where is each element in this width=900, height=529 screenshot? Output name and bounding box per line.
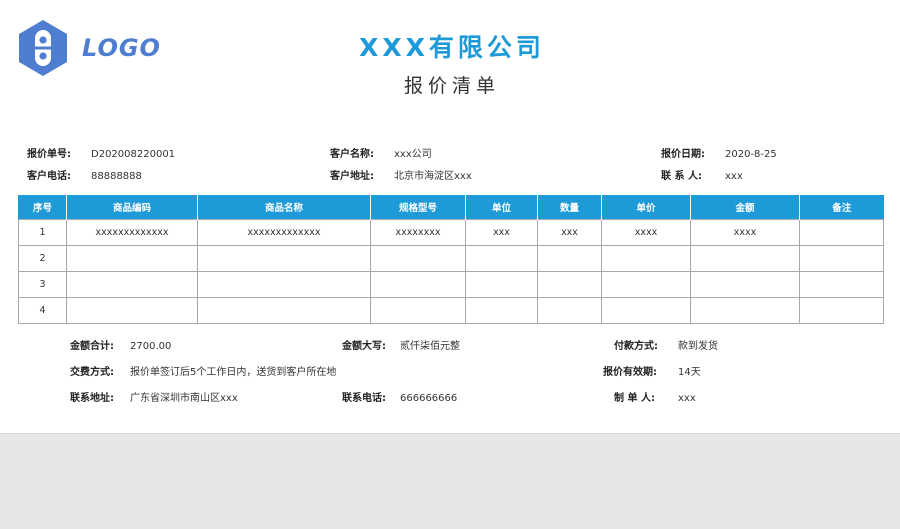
contact-label: 联 系 人: [661,171,702,182]
table-cell: 1 [18,218,67,246]
table-cell [370,270,466,298]
header-cell: 金额 [690,195,800,219]
table-cell [799,218,884,246]
total-value: 2700.00 [130,341,172,352]
company-name: XXX有限公司 [359,33,545,62]
table-row: 2 [18,244,884,272]
contact-field: 联 系 人: xxx [661,167,743,182]
quote-date-label: 报价日期: [661,149,705,160]
header-cell: 序号 [18,195,67,219]
table-row: 4 [18,296,884,324]
client-phone-label: 客户电话: [27,171,71,182]
client-name-label: 客户名称: [330,149,374,160]
table-cell [537,296,602,324]
delivery-label: 交费方式: [70,367,114,378]
maker-value: xxx [678,393,696,404]
contact-value: xxx [725,171,743,182]
validity-label: 报价有效期: [603,367,657,378]
table-cell [537,270,602,298]
header-cell: 单价 [601,195,691,219]
table-cell: 2 [18,244,67,272]
table-cell: 4 [18,296,67,324]
payment-field: 付款方式: 款到发货 [614,337,718,352]
validity-field: 报价有效期: 14天 [603,363,701,378]
quote-date-value: 2020-8-25 [725,149,777,160]
items-table: 序号 商品编码 商品名称 规格型号 单位 数量 单价 金额 备注 1 xxxxx… [18,195,884,324]
delivery-value: 报价单签订后5个工作日内，送货到客户所在地 [130,367,337,378]
header-cell: 商品编码 [66,195,198,219]
address-value: 广东省深圳市南山区xxx [130,393,238,404]
phone-label: 联系电话: [342,393,386,404]
amount-upper-field: 金额大写: 贰仟柒佰元整 [342,337,460,352]
amount-upper-label: 金额大写: [342,341,386,352]
table-cell [799,244,884,272]
delivery-field: 交费方式: 报价单签订后5个工作日内，送货到客户所在地 [70,363,336,378]
table-row: 1 xxxxxxxxxxxxx xxxxxxxxxxxxx xxxxxxxx x… [18,218,884,246]
client-name-field: 客户名称: xxx公司 [330,145,432,160]
header-cell: 备注 [799,195,884,219]
table-cell [601,296,691,324]
table-cell [465,270,538,298]
table-cell [197,244,371,272]
phone-value: 666666666 [400,393,458,404]
client-phone-field: 客户电话: 88888888 [27,167,142,182]
header-cell: 规格型号 [370,195,466,219]
table-cell [66,296,198,324]
payment-value: 款到发货 [678,341,718,352]
empty-workspace-area [0,435,900,529]
maker-label: 制 单 人: [614,393,655,404]
table-cell: xxxx [601,218,691,246]
quote-sheet: LOGO XXX有限公司 报价清单 报价单号: D202008220001 客户名… [0,0,900,434]
table-cell [601,270,691,298]
table-cell [799,270,884,298]
table-cell [197,296,371,324]
phone-field: 联系电话: 666666666 [342,389,457,404]
table-cell [370,296,466,324]
quote-number-field: 报价单号: D202008220001 [27,145,175,160]
table-cell [197,270,371,298]
table-cell [465,244,538,272]
table-cell [465,296,538,324]
total-field: 金额合计: 2700.00 [70,337,171,352]
table-cell [370,244,466,272]
table-cell [690,270,800,298]
table-cell: xxxxxxxx [370,218,466,246]
table-cell [537,244,602,272]
client-address-value: 北京市海淀区xxx [394,171,472,182]
maker-field: 制 单 人: xxx [614,389,696,404]
table-cell: xxxxxxxxxxxxx [66,218,198,246]
table-header-row: 序号 商品编码 商品名称 规格型号 单位 数量 单价 金额 备注 [18,195,884,219]
table-cell [690,244,800,272]
address-field: 联系地址: 广东省深圳市南山区xxx [70,389,238,404]
table-cell [601,244,691,272]
validity-value: 14天 [678,367,701,378]
payment-label: 付款方式: [614,341,658,352]
header-cell: 单位 [465,195,538,219]
table-row: 3 [18,270,884,298]
client-name-value: xxx公司 [394,149,432,160]
header-cell: 商品名称 [197,195,371,219]
client-phone-value: 88888888 [91,171,142,182]
table-cell: xxxx [690,218,800,246]
total-label: 金额合计: [70,341,114,352]
table-cell: xxx [537,218,602,246]
table-cell: xxxxxxxxxxxxx [197,218,371,246]
amount-upper-value: 贰仟柒佰元整 [400,341,460,352]
table-cell [799,296,884,324]
quote-number-value: D202008220001 [91,149,176,160]
table-cell [690,296,800,324]
address-label: 联系地址: [70,393,114,404]
header-cell: 数量 [537,195,602,219]
table-cell: xxx [465,218,538,246]
quote-date-field: 报价日期: 2020-8-25 [661,145,777,160]
quote-number-label: 报价单号: [27,149,71,160]
document-title: 报价清单 [403,75,500,97]
table-cell [66,244,198,272]
client-address-field: 客户地址: 北京市海淀区xxx [330,167,472,182]
table-cell [66,270,198,298]
table-cell: 3 [18,270,67,298]
client-address-label: 客户地址: [330,171,374,182]
